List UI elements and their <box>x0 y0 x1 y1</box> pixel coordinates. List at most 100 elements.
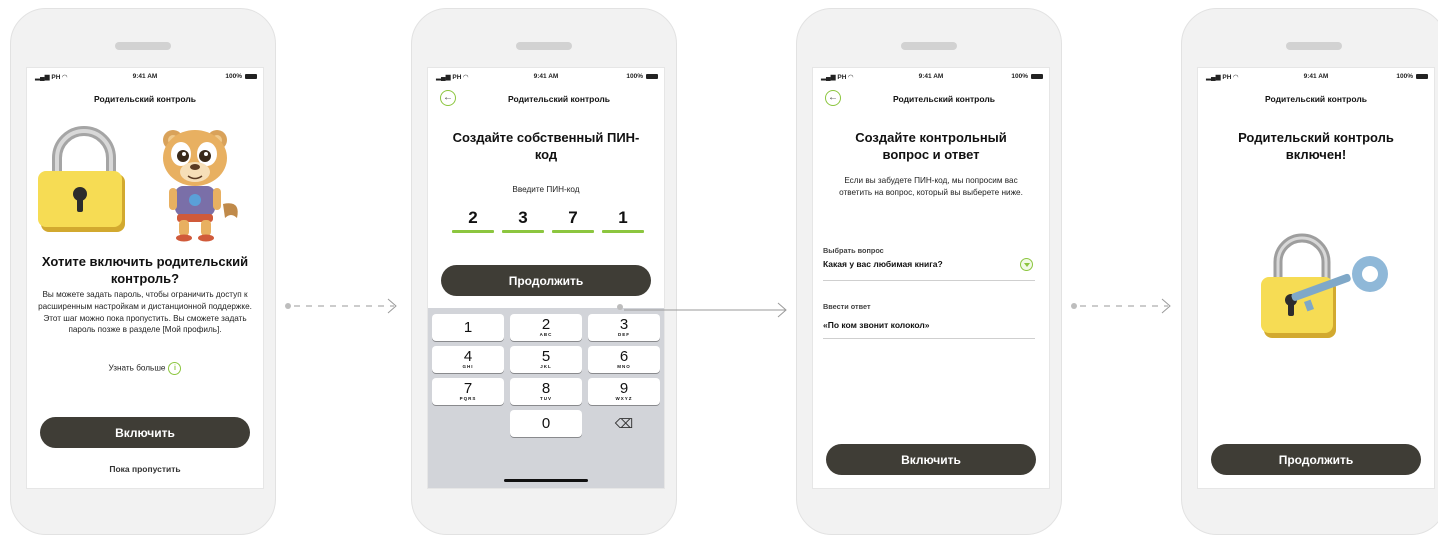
answer-underline <box>823 338 1035 339</box>
pin-cell: 1 <box>602 208 644 233</box>
page-title: Родительский контроль <box>508 94 610 104</box>
speaker <box>1286 42 1342 50</box>
screen-heading: Хотите включить родительский контроль? <box>41 254 249 286</box>
key-number: 0 <box>541 415 551 432</box>
key-number: 5 <box>541 348 551 365</box>
key-8[interactable]: 8 TUV <box>510 378 582 405</box>
speaker <box>115 42 171 50</box>
key-7[interactable]: 7 PQRS <box>432 378 504 405</box>
question-underline <box>823 280 1035 281</box>
phone-frame-2: ▂▄▆ PH ◠ 9:41 AM 100% ← Родительский кон… <box>411 8 677 535</box>
key-0[interactable]: 0 <box>510 410 582 437</box>
flow-arrow-2 <box>617 302 787 318</box>
learn-more-label: Узнать больше <box>108 363 166 373</box>
key-letters: MNO <box>617 364 631 369</box>
status-bar: ▂▄▆ PH ◠ 9:41 AM 100% <box>27 71 263 83</box>
key-number: 2 <box>541 316 551 333</box>
pin-cell: 7 <box>552 208 594 233</box>
key-4[interactable]: 4 GHI <box>432 346 504 373</box>
continue-button[interactable]: Продолжить <box>441 265 651 296</box>
key-2[interactable]: 2 ABC <box>510 314 582 341</box>
key-number: 8 <box>541 380 551 397</box>
description-text: Вы можете задать пароль, чтобы ограничит… <box>38 290 252 335</box>
pin-digit: 7 <box>568 208 578 227</box>
pin-prompt: Введите ПИН-код <box>512 185 580 194</box>
battery-indicator: 100% <box>626 73 658 80</box>
phone-frame-1: ▂▄▆ PH ◠ 9:41 AM 100% Родительский контр… <box>10 8 276 535</box>
home-indicator <box>504 479 588 482</box>
page-title: Родительский контроль <box>94 94 196 104</box>
speaker <box>901 42 957 50</box>
page-title: Родительский контроль <box>893 94 995 104</box>
screen-heading: Создайте контрольный вопрос и ответ <box>855 130 1007 162</box>
info-icon[interactable]: i <box>168 362 182 375</box>
battery-indicator: 100% <box>225 73 257 80</box>
key-1[interactable]: 1 <box>432 314 504 341</box>
pin-digit: 1 <box>618 208 628 227</box>
pin-entry[interactable]: 2 3 7 1 <box>452 208 654 233</box>
lion-mascot <box>163 130 238 242</box>
backspace-icon[interactable]: ⌫ <box>588 410 660 437</box>
key-letters: GHI <box>462 364 474 369</box>
question-dropdown[interactable]: Какая у вас любимая книга? <box>813 256 1049 274</box>
battery-indicator: 100% <box>1396 73 1428 80</box>
flow-arrow-3 <box>1071 298 1171 314</box>
battery-icon <box>646 74 658 79</box>
key-9[interactable]: 9 WXYZ <box>588 378 660 405</box>
screen-heading: Создайте собственный ПИН-код <box>452 130 640 162</box>
pin-underline <box>602 230 644 233</box>
key-letters: TUV <box>540 396 552 401</box>
pin-underline <box>502 230 544 233</box>
key-5[interactable]: 5 JKL <box>510 346 582 373</box>
key-letters: WXYZ <box>615 396 633 401</box>
answer-label: Ввести ответ <box>823 302 871 311</box>
screen-enabled-confirmation: ▂▄▆ PH ◠ 9:41 AM 100% Родительский контр… <box>1198 68 1434 488</box>
key-letters: PQRS <box>459 396 477 401</box>
battery-icon <box>1031 74 1043 79</box>
pin-cell: 2 <box>452 208 494 233</box>
description-text: Если вы забудете ПИН-код, мы попросим ва… <box>839 176 1023 197</box>
numeric-keypad: 1 2 ABC 3 DEF 4 GHI 5 JKL 6 MNO 7 PQRS 8 TUV 9W… <box>428 308 664 488</box>
pin-underline <box>452 230 494 233</box>
status-bar: ▂▄▆ PH ◠ 9:41 AM 100% <box>1198 71 1434 83</box>
status-bar: ▂▄▆ PH ◠ 9:41 AM 100% <box>428 71 664 83</box>
skip-link[interactable]: Пока пропустить <box>27 464 263 474</box>
question-value: Какая у вас любимая книга? <box>823 259 943 269</box>
battery-indicator: 100% <box>1011 73 1043 80</box>
enable-button[interactable]: Включить <box>40 417 250 448</box>
screen-heading: Родительский контроль включен! <box>1238 130 1394 162</box>
page-title: Родительский контроль <box>1265 94 1367 104</box>
key-number: 1 <box>463 319 473 336</box>
continue-button[interactable]: Продолжить <box>1211 444 1421 475</box>
pin-cell: 3 <box>502 208 544 233</box>
status-bar: ▂▄▆ PH ◠ 9:41 AM 100% <box>813 71 1049 83</box>
key-number: 9 <box>619 380 629 397</box>
pin-digit: 2 <box>468 208 478 227</box>
enable-button[interactable]: Включить <box>826 444 1036 475</box>
dropdown-icon[interactable] <box>1020 258 1033 271</box>
key-letters: DEF <box>618 332 630 337</box>
key-6[interactable]: 6 MNO <box>588 346 660 373</box>
lock-with-key-icon <box>1261 233 1388 338</box>
screen-security-question: ▂▄▆ PH ◠ 9:41 AM 100% ← Родительский кон… <box>813 68 1049 488</box>
battery-icon <box>1416 74 1428 79</box>
lock-icon <box>38 126 125 232</box>
pin-digit: 3 <box>518 208 528 227</box>
flow-arrow-1 <box>285 298 397 314</box>
screen-enable-prompt: ▂▄▆ PH ◠ 9:41 AM 100% Родительский контр… <box>27 68 263 488</box>
key-number: 6 <box>619 348 629 365</box>
key-number: 7 <box>463 380 473 397</box>
answer-input[interactable]: «По ком звонит колокол» <box>823 320 930 330</box>
key-empty <box>432 410 504 437</box>
pin-underline <box>552 230 594 233</box>
speaker <box>516 42 572 50</box>
battery-icon <box>245 74 257 79</box>
phone-frame-4: ▂▄▆ PH ◠ 9:41 AM 100% Родительский контр… <box>1181 8 1438 535</box>
key-number: 4 <box>463 348 473 365</box>
phone-frame-3: ▂▄▆ PH ◠ 9:41 AM 100% ← Родительский кон… <box>796 8 1062 535</box>
screen-create-pin: ▂▄▆ PH ◠ 9:41 AM 100% ← Родительский кон… <box>428 68 664 488</box>
question-label: Выбрать вопрос <box>823 246 884 255</box>
key-letters: ABC <box>539 332 553 337</box>
learn-more-link[interactable]: Узнать больше i <box>31 362 259 375</box>
key-letters: JKL <box>540 364 552 369</box>
